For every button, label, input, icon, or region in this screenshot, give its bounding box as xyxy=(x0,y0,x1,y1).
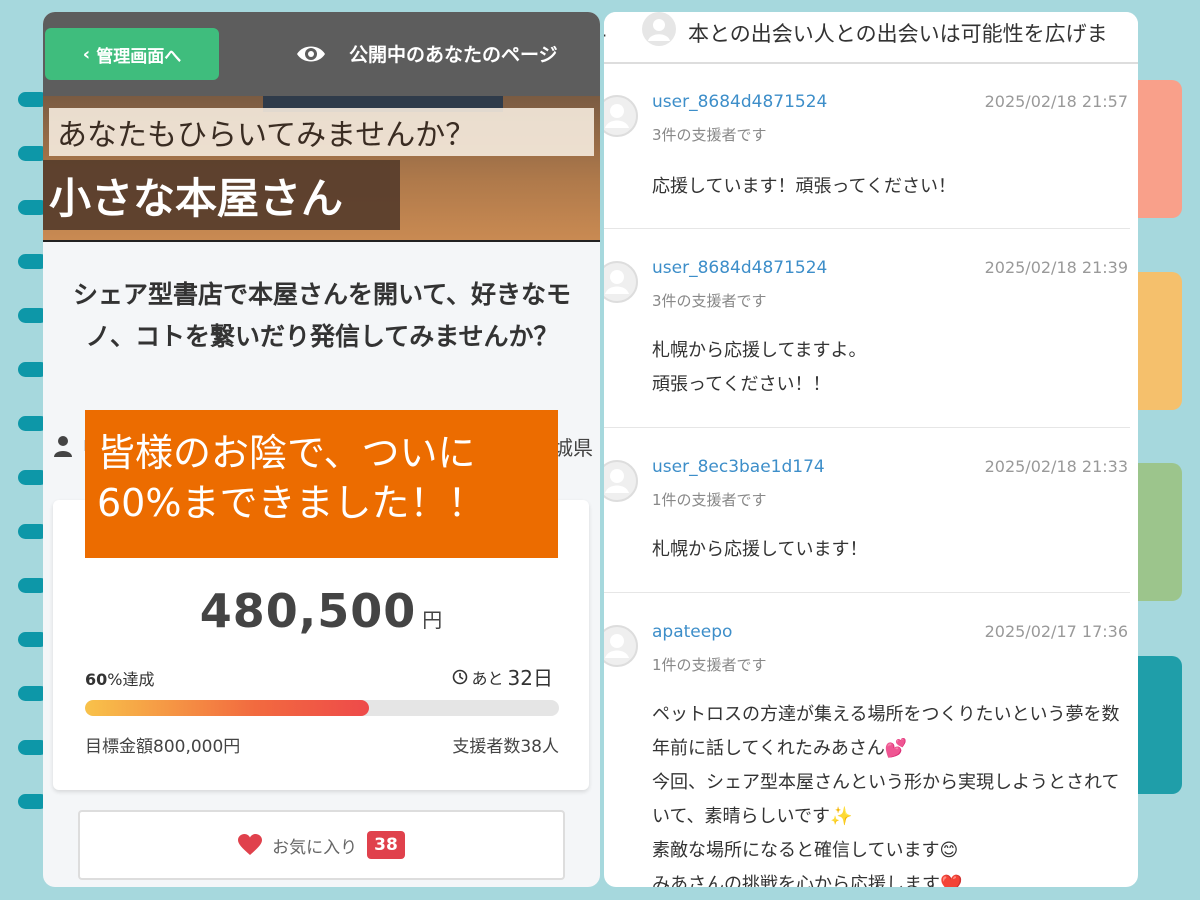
header-dot: · xyxy=(604,26,607,45)
comment-body: 札幌から応援しています！ xyxy=(652,539,868,560)
achievement-rate: 60%達成 xyxy=(85,666,154,690)
goal-amount: 目標金額800,000円 xyxy=(85,737,241,757)
hero-caption-1: あなたもひらいてみませんか？ xyxy=(49,108,594,156)
divider xyxy=(604,427,1130,428)
progress-bar xyxy=(85,700,559,716)
avatar-icon xyxy=(642,12,676,46)
hero-caption-2: 小さな本屋さん xyxy=(43,160,400,230)
comment-date: 2025/02/17 17:36 xyxy=(984,622,1128,641)
admin-page-button[interactable]: ‹ 管理画面へ xyxy=(45,28,219,80)
owner-prefecture: 城県 xyxy=(553,436,593,460)
comments-header: · 本との出会い人との出会いは可能性を広げま xyxy=(604,12,1138,64)
comments-header-title: 本との出会い人との出会いは可能性を広げま xyxy=(688,22,1108,46)
amount-value: 480,500 xyxy=(199,584,417,638)
achievement-unit: %達成 xyxy=(107,670,155,689)
eye-icon xyxy=(297,46,325,62)
favorite-label: お気に入り xyxy=(272,837,358,858)
amount-currency: 円 xyxy=(422,608,443,632)
achievement-value: 60 xyxy=(85,670,108,689)
project-page-panel: ‹ 管理画面へ 公開中のあなたのページ あなたもひらいてみませんか？ 小さな本屋… xyxy=(43,12,600,887)
avatar-icon xyxy=(604,261,638,303)
comment-date: 2025/02/18 21:57 xyxy=(984,92,1128,111)
comments-panel: · 本との出会い人との出会いは可能性を広げま user_8684d4871524… xyxy=(604,12,1138,887)
funded-amount: 480,500 円 xyxy=(53,584,589,638)
banner-line: 60%まできました！！ xyxy=(97,481,486,525)
backer-count: 支援者数38人 xyxy=(452,737,559,757)
milestone-banner: 皆様のお陰で、ついに 60%まできました！！ xyxy=(85,410,558,558)
comment-user[interactable]: user_8684d4871524 xyxy=(652,258,827,278)
remaining-prefix: あと xyxy=(471,668,504,688)
comment-supporter-count: 1件の支援者です xyxy=(652,656,767,674)
top-bar: ‹ 管理画面へ 公開中のあなたのページ xyxy=(43,12,600,96)
public-page-label: 公開中のあなたのページ xyxy=(349,44,558,66)
avatar-icon xyxy=(604,460,638,502)
hero-image: あなたもひらいてみませんか？ 小さな本屋さん xyxy=(43,96,600,242)
comment-supporter-count: 1件の支援者です xyxy=(652,491,767,509)
divider xyxy=(604,592,1130,593)
remaining-days: あと 32日 xyxy=(452,662,553,691)
remaining-days-value: 32日 xyxy=(507,666,553,690)
comment-supporter-count: 3件の支援者です xyxy=(652,126,767,144)
project-title: シェア型書店で本屋さんを開いて、好きなモノ、コトを繋いだり発信してみませんか？ xyxy=(72,280,571,351)
comment-user[interactable]: apateepo xyxy=(652,622,732,642)
comment-user[interactable]: user_8684d4871524 xyxy=(652,92,827,112)
heart-icon xyxy=(238,834,263,855)
comment-date: 2025/02/18 21:39 xyxy=(984,258,1128,277)
comment-user[interactable]: user_8ec3bae1d174 xyxy=(652,457,825,477)
favorite-button[interactable]: お気に入り 38 xyxy=(78,810,565,880)
avatar-icon xyxy=(604,95,638,137)
progress-fill xyxy=(85,700,370,716)
comment-supporter-count: 3件の支援者です xyxy=(652,292,767,310)
comment-body: ペットロスの方達が集える場所をつくりたいという夢を数年前に話してくれたみあさん💕… xyxy=(652,704,1120,887)
favorite-count-badge: 38 xyxy=(367,831,405,859)
banner-line: 皆様のお陰で、ついに xyxy=(97,431,476,475)
comment-date: 2025/02/18 21:33 xyxy=(984,457,1128,476)
admin-button-label: 管理画面へ xyxy=(96,46,182,67)
comment-body: 札幌から応援してますよ。 頑張ってください！！ xyxy=(652,340,867,395)
chevron-left-icon: ‹ xyxy=(82,43,91,65)
person-icon xyxy=(54,436,72,457)
comment-body: 応援しています！頑張ってください！ xyxy=(652,176,957,197)
avatar-icon xyxy=(604,625,638,667)
clock-icon xyxy=(452,669,467,684)
divider xyxy=(604,228,1130,229)
